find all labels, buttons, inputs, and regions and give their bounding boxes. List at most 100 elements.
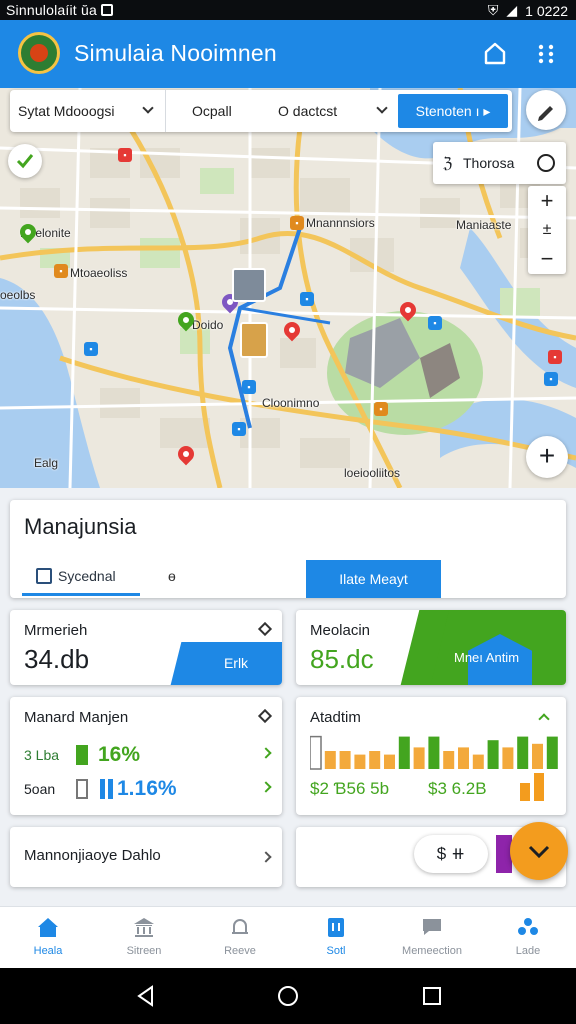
card-badge: Mneı Antim (454, 650, 520, 665)
check-icon[interactable] (8, 144, 42, 178)
poi-icon[interactable]: ▪ (374, 402, 388, 416)
bank-icon (134, 918, 154, 937)
green-bar-icon (76, 745, 88, 765)
nav-item-chat[interactable]: Memeection (384, 907, 480, 969)
chevron-down-icon (376, 102, 388, 114)
tab-schedule[interactable]: Sycednal (22, 562, 140, 596)
poi-icon[interactable]: ▪ (428, 316, 442, 330)
checkbox-icon (36, 568, 52, 584)
stat-card[interactable]: Meolacin 85.dc Mneı Antim (296, 610, 566, 685)
card-value: 85.dc (310, 644, 374, 674)
chart-bar (413, 747, 425, 769)
nav-item-people[interactable]: Lade (480, 907, 576, 969)
edit-pencil-icon[interactable] (526, 90, 566, 130)
city-map[interactable]: Doelonite Mtoaeoliss Mnannnsiors Maniaas… (0, 88, 576, 488)
mini-bar-chart (310, 735, 558, 770)
poi-icon[interactable]: ▪ (118, 148, 132, 162)
card-action-button[interactable]: Erlk (190, 642, 282, 685)
status-bar: Sinnulolaíit ŭa ⛨ ◢ 1 0222 (0, 0, 576, 20)
back-icon[interactable] (134, 984, 158, 1008)
app-title: Simulaia Nooimnen (74, 40, 277, 66)
chevron-right-icon (260, 747, 272, 759)
chevron-down-icon[interactable] (510, 822, 568, 880)
chart-bar (428, 736, 440, 769)
more-vert-icon[interactable] (534, 42, 558, 66)
tab-icon-item[interactable]: ɵ (168, 568, 176, 584)
add-button[interactable]: + (526, 436, 568, 478)
chart-bar (354, 754, 366, 769)
shield-icon: ⛨ (487, 2, 499, 18)
chart-bar (487, 740, 499, 769)
management-card[interactable]: Manard Manjen 3 Lba 16% 5oan 1.16% (10, 697, 282, 815)
chart-bar (546, 736, 558, 769)
building-landmark-icon[interactable] (240, 322, 268, 358)
region-panel: Manajunsia Sycednal ɵ Ilate Meayt (10, 500, 566, 598)
chart-bar (310, 735, 322, 770)
card-title: Mrmerieh (24, 622, 88, 639)
zoom-out-button[interactable]: − (528, 244, 566, 273)
list-item[interactable]: 3 Lba 16% (24, 743, 140, 767)
chevron-right-icon (260, 851, 272, 863)
filter-segment[interactable]: Ocpall (166, 90, 266, 132)
bell-icon (232, 919, 248, 934)
panel-title: Manajunsia (24, 514, 137, 539)
recents-icon[interactable] (420, 984, 444, 1008)
app-logo-icon (18, 32, 60, 74)
map-label: Cloonimno (262, 396, 320, 410)
locate-ring-icon[interactable] (537, 154, 555, 172)
poi-icon[interactable]: ▪ (548, 350, 562, 364)
diamond-icon (257, 621, 273, 637)
panel-action-button[interactable]: Ilate Meayt (306, 560, 441, 598)
chat-icon (423, 919, 441, 935)
city-select[interactable]: Sytat Mdooogsi (10, 90, 166, 132)
poi-icon[interactable]: ▪ (232, 422, 246, 436)
nav-item-clipboard[interactable]: Sotl (288, 907, 384, 969)
layer-toggle[interactable]: ℨ Thorosa (433, 142, 566, 184)
chart-bar (443, 751, 455, 769)
chart-bar (502, 747, 514, 769)
map-label: Mtoaeoliss (70, 266, 128, 280)
card-title: Atadtim (310, 709, 361, 726)
stat-card[interactable]: Mrmerieh 34.db Erlk (10, 610, 282, 685)
zoom-mid-icon: ± (542, 221, 552, 238)
settings-card[interactable]: Mannonjiaoye Dahlo (10, 827, 282, 887)
nav-item-home[interactable]: Heala (0, 907, 96, 969)
poi-icon[interactable]: ▪ (300, 292, 314, 306)
layers-icon: ℨ (443, 155, 453, 172)
map-filter-bar: Sytat Mdooogsi Ocpall O dactcst Stenoten… (10, 90, 512, 132)
building-landmark-icon[interactable] (232, 268, 266, 302)
poi-icon[interactable]: ▪ (84, 342, 98, 356)
people-icon (518, 918, 538, 935)
blue-bar-icon (108, 779, 113, 799)
home-outline-icon[interactable] (482, 40, 508, 66)
card-footer-left: $2 Ɓ56 5b (310, 779, 390, 798)
zoom-in-button[interactable]: + (528, 186, 566, 215)
home-circle-icon[interactable] (276, 984, 300, 1008)
list-item[interactable]: 5oan 1.16% (24, 777, 177, 801)
poi-icon[interactable]: ▪ (544, 372, 558, 386)
zoom-controls: + ± − (528, 186, 566, 274)
chart-bar (532, 743, 543, 769)
chart-bar (339, 751, 351, 769)
chart-card[interactable]: Atadtim $2 Ɓ56 5b $3 6.2B (296, 697, 566, 815)
nav-item-bank[interactable]: Sitreen (96, 907, 192, 969)
bottom-nav: Heala Sitreen Reeve Sotl Memeection Lade (0, 906, 576, 968)
clipboard-icon (328, 918, 344, 937)
poi-icon[interactable]: ▪ (242, 380, 256, 394)
card-title: Manard Manjen (24, 709, 129, 726)
poi-icon[interactable]: ▪ (290, 216, 304, 230)
chart-bar (384, 754, 395, 769)
map-label: loeiooliitos (344, 466, 401, 480)
mini-orange-bars (520, 773, 544, 801)
diamond-icon (257, 708, 273, 724)
chart-bar (517, 736, 529, 769)
poi-icon[interactable]: ▪ (54, 264, 68, 278)
filter-select[interactable]: O dactcst (266, 90, 394, 132)
chart-bar (324, 751, 336, 769)
currency-pill[interactable]: $ ⧺ (414, 835, 488, 873)
home-icon (38, 918, 58, 937)
nav-item-bell[interactable]: Reeve (192, 907, 288, 969)
map-label: oeolbs (0, 288, 36, 302)
status-left-text: Sinnulolaíit ŭa (6, 2, 113, 18)
search-button[interactable]: Stenoten ı ▸ (398, 94, 508, 128)
